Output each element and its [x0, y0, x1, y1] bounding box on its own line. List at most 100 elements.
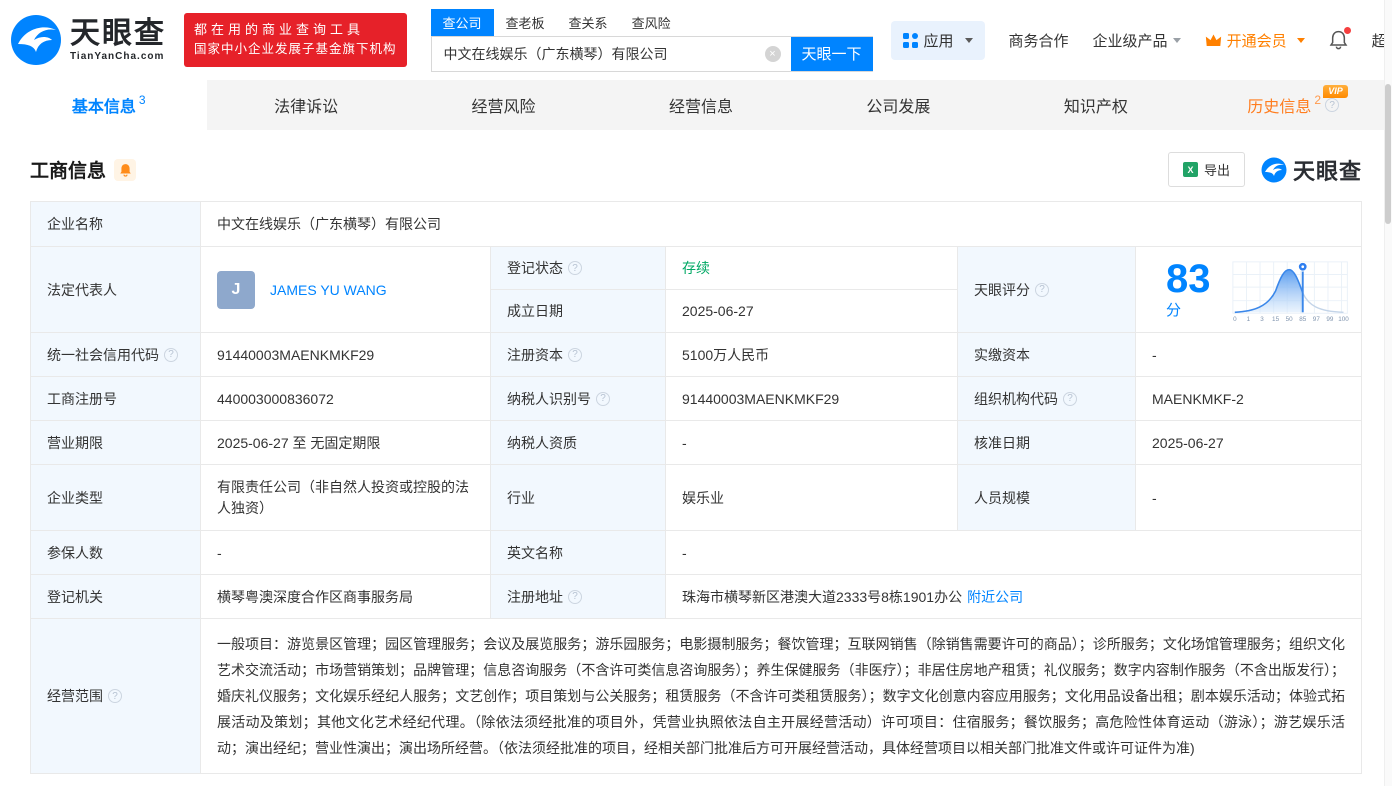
- tab-label: 公司发展: [866, 99, 931, 116]
- excel-icon: X: [1182, 162, 1198, 177]
- nav-enterprise-products[interactable]: 企业级产品: [1093, 30, 1181, 51]
- section-header: 工商信息 X 导出 天眼查: [30, 152, 1362, 187]
- tab-label: 经营信息: [668, 99, 733, 116]
- logo-subtitle: TianYanCha.com: [70, 50, 165, 62]
- tab-label: 历史信息: [1247, 99, 1312, 116]
- tianyancha-logo-icon: [11, 15, 61, 65]
- cooperation-label: 商务合作: [1008, 32, 1069, 50]
- search-input[interactable]: [431, 36, 765, 71]
- table-row: 统一社会信用代码? 91440003MAENKMKF29 注册资本? 5100万…: [31, 332, 1361, 376]
- svg-text:0: 0: [1233, 316, 1237, 323]
- chevron-down-icon: [1296, 37, 1305, 43]
- nav-business-cooperation[interactable]: 商务合作: [1009, 30, 1069, 51]
- section-title: 工商信息: [30, 161, 107, 182]
- insured-count-value: -: [201, 531, 491, 574]
- help-icon[interactable]: ?: [1325, 98, 1340, 112]
- field-label: 法定代表人: [31, 247, 201, 332]
- slogan-banner: 都在用的商业查询工具 国家中小企业发展子基金旗下机构: [184, 13, 407, 67]
- tab-count: 3: [138, 93, 146, 107]
- field-label: 注册地址?: [491, 575, 666, 618]
- field-label: 纳税人资质: [491, 421, 666, 464]
- help-icon[interactable]: ?: [164, 347, 178, 362]
- logo-title: 天眼查: [70, 16, 166, 50]
- field-label: 企业名称: [31, 202, 201, 246]
- search-tab-boss[interactable]: 查老板: [494, 9, 557, 36]
- tab-label: 法律诉讼: [274, 99, 339, 116]
- scrollbar-track[interactable]: [1384, 0, 1392, 786]
- table-row: 法定代表人 J JAMES YU WANG 登记状态? 存续 成立日期 2025…: [31, 246, 1361, 332]
- top-bar: 天眼查 TianYanCha.com 都在用的商业查询工具 国家中小企业发展子基…: [0, 0, 1392, 80]
- field-label: 英文名称: [491, 531, 666, 574]
- svg-text:3: 3: [1260, 316, 1264, 323]
- help-icon[interactable]: ?: [568, 589, 582, 604]
- table-row: 营业期限 2025-06-27 至 无固定期限 纳税人资质 - 核准日期 202…: [31, 420, 1361, 464]
- reg-authority-value: 横琴粤澳深度合作区商事服务局: [201, 575, 491, 618]
- status-date-block: 登记状态? 存续 成立日期 2025-06-27: [491, 247, 958, 332]
- search-tab-risk[interactable]: 查风险: [620, 9, 683, 36]
- est-date-value: 2025-06-27: [666, 290, 957, 332]
- score-axis-labels: 0 1 3 15 50 85 97 99 100: [1233, 316, 1349, 323]
- chevron-down-icon: [964, 37, 973, 43]
- clear-icon[interactable]: ×: [764, 45, 781, 62]
- company-type-value: 有限责任公司（非自然人投资或控股的法人独资）: [201, 465, 491, 530]
- slogan-line2: 国家中小企业发展子基金旗下机构: [194, 42, 397, 57]
- watermark-text: 天眼查: [1292, 158, 1362, 184]
- membership-label: 开通会员: [1226, 32, 1287, 50]
- svg-text:1: 1: [1246, 316, 1250, 323]
- paid-capital-value: -: [1136, 333, 1361, 376]
- crown-icon: [1205, 34, 1221, 46]
- search-button[interactable]: 天眼一下: [790, 36, 873, 71]
- avatar[interactable]: J: [217, 270, 255, 309]
- help-icon[interactable]: ?: [1035, 282, 1049, 297]
- search-tab-company[interactable]: 查公司: [430, 8, 494, 36]
- watermark-logo: 天眼查: [1261, 154, 1362, 186]
- svg-text:100: 100: [1338, 316, 1349, 323]
- tab-company-development[interactable]: 公司发展: [800, 80, 997, 130]
- search-tab-relation[interactable]: 查关系: [557, 9, 620, 36]
- reg-address-value: 珠海市横琴新区港澳大道2333号8栋1901办公 附近公司: [666, 575, 1361, 618]
- table-subrow: 成立日期 2025-06-27: [491, 289, 957, 332]
- company-tabbar: 基本信息 3 法律诉讼 经营风险 经营信息 公司发展 知识产权 VIP 历史信息…: [10, 80, 1392, 130]
- nearby-companies-link[interactable]: 附近公司: [967, 587, 1023, 607]
- apps-menu[interactable]: 应用: [890, 20, 985, 60]
- nav-open-membership[interactable]: 开通会员: [1205, 30, 1305, 51]
- field-label: 核准日期: [958, 421, 1136, 464]
- legal-rep-link[interactable]: JAMES YU WANG: [270, 282, 387, 298]
- tab-operation-risk[interactable]: 经营风险: [405, 80, 602, 130]
- scrollbar-thumb[interactable]: [1385, 84, 1391, 224]
- help-icon[interactable]: ?: [568, 347, 582, 362]
- table-row: 经营范围? 一般项目：游览景区管理；园区管理服务；会议及展览服务；游乐园服务；电…: [31, 618, 1361, 773]
- notification-bell[interactable]: [1329, 27, 1351, 50]
- tab-basic-info[interactable]: 基本信息 3: [10, 80, 208, 130]
- slogan-line1: 都在用的商业查询工具: [194, 22, 365, 38]
- help-icon[interactable]: ?: [568, 261, 582, 275]
- score-cell[interactable]: 83分 0 1 3 15 50 85 97 99 100: [1136, 247, 1361, 332]
- taxpayer-quality-value: -: [666, 421, 958, 464]
- table-subrow: 登记状态? 存续: [491, 247, 957, 289]
- field-label: 登记机关: [31, 575, 201, 618]
- export-button[interactable]: X 导出: [1167, 152, 1245, 187]
- tab-history-info[interactable]: VIP 历史信息 2 ?: [1195, 80, 1392, 130]
- table-row: 企业名称 中文在线娱乐（广东横琴）有限公司: [31, 202, 1361, 246]
- field-label: 实缴资本: [958, 333, 1136, 376]
- tab-count: 2: [1314, 93, 1322, 107]
- field-label: 行业: [491, 465, 666, 530]
- help-icon[interactable]: ?: [108, 689, 122, 703]
- tab-legal-proceedings[interactable]: 法律诉讼: [207, 80, 404, 130]
- notification-dot: [1343, 27, 1351, 34]
- help-icon[interactable]: ?: [1063, 391, 1077, 406]
- tab-operation-info[interactable]: 经营信息: [602, 80, 799, 130]
- approval-date-value: 2025-06-27: [1136, 421, 1361, 464]
- field-label: 纳税人识别号?: [491, 377, 666, 420]
- legal-rep-cell: J JAMES YU WANG: [201, 247, 491, 332]
- help-icon[interactable]: ?: [596, 391, 610, 406]
- tab-label: 知识产权: [1063, 99, 1128, 116]
- search-tabs: 查公司 查老板 查关系 查风险: [430, 8, 873, 36]
- tianyancha-logo[interactable]: 天眼查 TianYanCha.com: [10, 14, 166, 66]
- tab-intellectual-property[interactable]: 知识产权: [997, 80, 1194, 130]
- tab-label: 基本信息: [71, 99, 136, 116]
- table-row: 参保人数 - 英文名称 -: [31, 530, 1361, 574]
- reg-capital-value: 5100万人民币: [666, 333, 958, 376]
- score-value: 83分: [1166, 257, 1211, 319]
- subscribe-bell-button[interactable]: [114, 158, 137, 181]
